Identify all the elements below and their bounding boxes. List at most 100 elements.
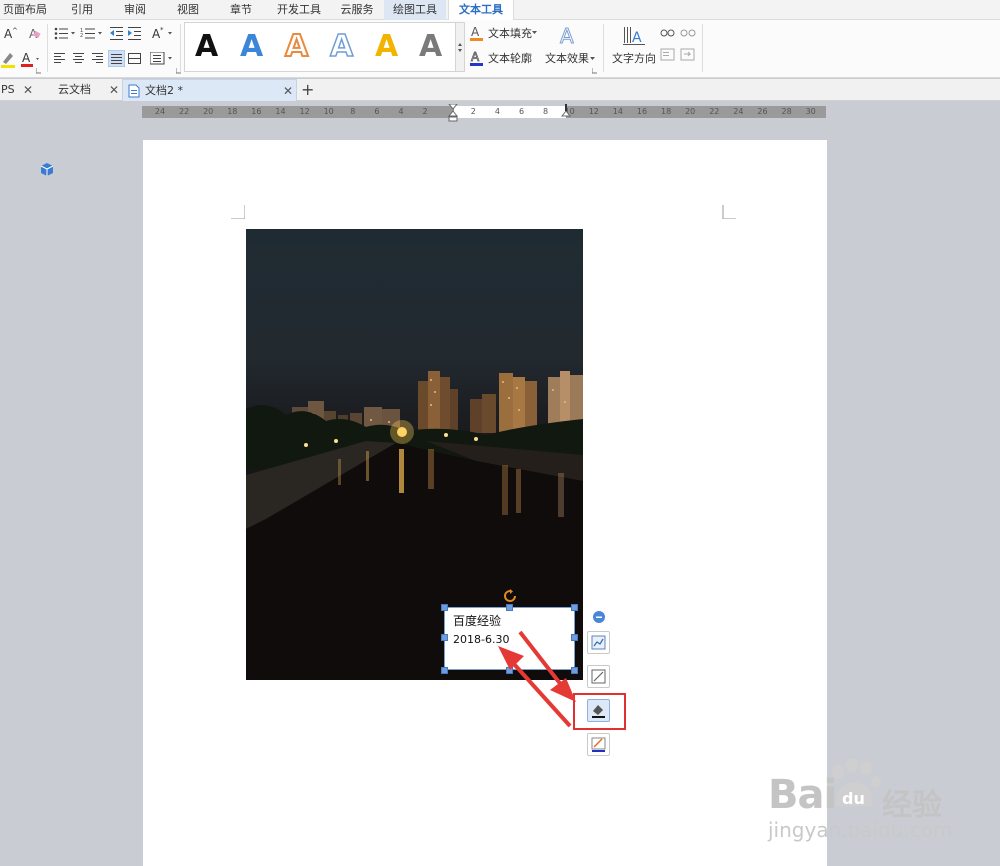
ruler-tick-label: 20 [203, 107, 214, 116]
font-color-icon[interactable]: A [20, 50, 42, 68]
tab-developer[interactable]: 开发工具 [274, 0, 324, 20]
indent-marker-icon[interactable] [448, 104, 458, 122]
close-icon[interactable]: ✕ [23, 79, 33, 101]
text-effect-icon[interactable]: A [558, 25, 578, 47]
tab-review[interactable]: 审阅 [115, 0, 155, 20]
tab-references[interactable]: 引用 [62, 0, 102, 20]
text-style-black[interactable]: A [195, 29, 218, 65]
resize-handle[interactable] [441, 667, 448, 674]
increase-indent-icon[interactable] [128, 27, 142, 40]
new-tab-button[interactable]: + [301, 79, 314, 101]
text-effect-label[interactable]: 文本效果 [545, 52, 589, 66]
bullets-icon[interactable] [54, 27, 76, 40]
resize-handle[interactable] [441, 604, 448, 611]
text-style-gray[interactable]: A [419, 29, 442, 65]
text-style-orange-outline[interactable]: A [284, 28, 309, 65]
align-center-icon[interactable] [73, 53, 85, 64]
font-dialog-launcher-icon[interactable] [36, 68, 42, 74]
break-link-icon[interactable] [680, 28, 696, 38]
right-indent-marker-icon[interactable] [561, 104, 571, 120]
svg-text:A: A [560, 25, 574, 47]
ruler-tick-label: 12 [588, 107, 599, 116]
line-spacing-icon[interactable] [150, 52, 174, 65]
text-direction-label[interactable]: 文字方向 [612, 52, 656, 66]
resize-handle[interactable] [441, 634, 448, 641]
decrease-indent-icon[interactable] [110, 27, 124, 40]
text-box-link-icon[interactable] [680, 48, 696, 62]
tab-document2[interactable]: 文档2 * ✕ [122, 79, 297, 101]
outline-color-button[interactable] [587, 733, 610, 756]
svg-text:^: ^ [12, 27, 18, 35]
ruler-tick-label: 4 [494, 107, 500, 116]
shape-style-button[interactable] [587, 665, 610, 688]
tab-drawing-tools[interactable]: 绘图工具 [384, 0, 446, 20]
numbering-icon[interactable]: 12 [80, 27, 104, 40]
text-effect-dropdown-icon[interactable] [590, 57, 596, 61]
font-size-icon[interactable]: A * [150, 26, 174, 40]
horizontal-ruler[interactable]: 24 22 20 18 16 14 12 10 8 6 4 2 2 4 6 8 10 12 14 16 18 20 22 24… [142, 106, 826, 118]
ruler-tick-label: 6 [518, 107, 525, 116]
collapse-toolbar-icon[interactable] [593, 611, 605, 623]
ruler-tick-label: 2 [470, 107, 476, 116]
text-dialog-launcher-icon[interactable] [592, 68, 598, 74]
margin-corner-mark [722, 205, 736, 219]
align-right-icon[interactable] [92, 53, 104, 64]
svg-text:A: A [471, 25, 480, 39]
rotate-handle-icon[interactable] [503, 589, 517, 603]
ruler-tick-label: 10 [323, 107, 334, 116]
paragraph-dialog-launcher-icon[interactable] [176, 68, 182, 74]
resize-handle[interactable] [506, 604, 513, 611]
tab-text-tools[interactable]: 文本工具 [448, 0, 514, 21]
layout-options-icon [591, 635, 606, 650]
svg-text:A: A [22, 51, 31, 65]
tab-wps[interactable]: PS [0, 79, 20, 101]
layout-options-button[interactable] [587, 631, 610, 654]
svg-text:A: A [632, 30, 642, 46]
annotation-arrows [498, 630, 576, 728]
cloud-docs-icon [40, 163, 54, 176]
ruler-tick-label: 8 [350, 107, 356, 116]
document-icon [128, 84, 140, 98]
gallery-scroll[interactable] [456, 22, 465, 72]
distribute-icon[interactable] [128, 53, 142, 64]
tab-cloud-service[interactable]: 云服务 [334, 0, 380, 20]
tab-view[interactable]: 视图 [168, 0, 208, 20]
text-style-gold[interactable]: A [375, 29, 398, 65]
outline-pen-icon [591, 737, 606, 752]
text-style-blue[interactable]: A [240, 29, 263, 65]
tab-cloud-docs[interactable]: 云文档 [58, 79, 91, 101]
ruler-tick-label: 24 [154, 107, 166, 116]
ruler-tick-label: 30 [805, 107, 816, 116]
tab-section[interactable]: 章节 [221, 0, 261, 20]
grow-font-icon[interactable]: A ^ [0, 26, 20, 40]
text-style-blue-outline[interactable]: A [329, 28, 354, 65]
ruler-tick-label: 20 [685, 107, 696, 116]
text-box-line-title[interactable]: 百度经验 [453, 613, 501, 629]
tab-page-layout[interactable]: 页面布局 [0, 0, 50, 20]
clear-format-icon[interactable]: A [26, 26, 42, 40]
highlight-icon[interactable] [0, 50, 18, 68]
close-icon[interactable]: ✕ [109, 79, 119, 101]
text-outline-label[interactable]: 文本轮廓 [488, 52, 532, 66]
text-style-gallery: A A A A A A [184, 22, 456, 72]
close-icon[interactable]: ✕ [283, 80, 293, 102]
watermark-url: jingyan.baidu.com [768, 818, 953, 842]
margin-corner-mark [231, 205, 245, 219]
text-direction-icon[interactable]: A [622, 24, 646, 48]
ruler-tick-label: 22 [709, 107, 720, 116]
ruler-tick-label: 14 [275, 107, 286, 116]
text-fill-label[interactable]: 文本填充 [488, 27, 532, 41]
justify-icon[interactable] [108, 50, 125, 67]
ruler-tick-label: 22 [179, 107, 190, 116]
text-box-icon[interactable] [660, 48, 676, 62]
baidu-paw-icon: du [832, 758, 881, 808]
document-tab-bar: PS ✕ 云文档 ✕ 文档2 * ✕ + [0, 79, 1000, 176]
align-left-icon[interactable] [54, 53, 66, 64]
text-outline-icon[interactable]: A [470, 50, 484, 66]
text-fill-dropdown-icon[interactable] [532, 31, 538, 35]
ruler-tick-label: 14 [612, 107, 623, 116]
text-fill-icon[interactable]: A [470, 25, 484, 41]
svg-text:2: 2 [80, 33, 83, 39]
resize-handle[interactable] [571, 604, 578, 611]
create-link-icon[interactable] [660, 28, 676, 38]
